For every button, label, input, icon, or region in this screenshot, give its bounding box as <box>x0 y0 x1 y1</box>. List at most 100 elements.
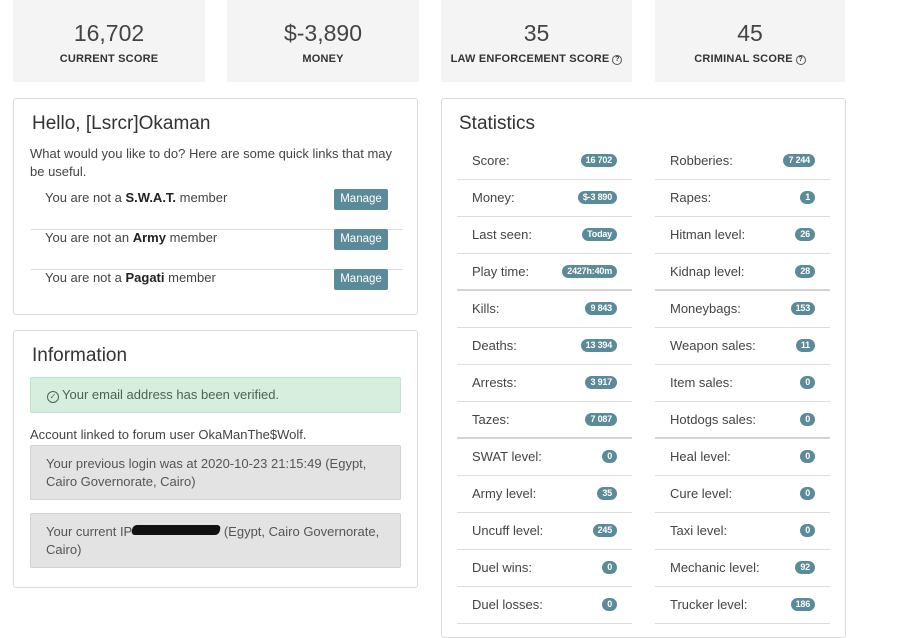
information-panel: Information ✓ Your email address has been… <box>13 330 418 588</box>
stat-row-label: Mechanic level: <box>670 560 760 575</box>
welcome-title: Hello, [Lsrcr]Okaman <box>32 113 211 134</box>
stat-row-label: Uncuff level: <box>472 523 544 538</box>
stat-row: Army level: 35 <box>457 476 632 513</box>
stat-row: Moneybags: 153 <box>655 291 830 328</box>
stat-row-label: Item sales: <box>670 375 733 390</box>
stat-row: Kills: 9 843 <box>457 291 632 328</box>
stat-row: Rapes: 1 <box>655 180 830 217</box>
verified-message: Your email address has been verified. <box>62 387 280 402</box>
stat-row: Money: $-3 890 <box>457 180 632 217</box>
group-name: Pagati <box>125 270 165 285</box>
stat-row-badge: 0 <box>800 450 815 463</box>
stat-row-badge: 2427h:40m <box>562 265 617 278</box>
stat-row-label: Deaths: <box>472 338 517 353</box>
stat-row-label: Kills: <box>472 301 500 316</box>
stat-row-label: Robberies: <box>670 153 733 168</box>
stat-row: Robberies: 7 244 <box>655 143 830 180</box>
stat-row-label: SWAT level: <box>472 449 542 464</box>
stat-row: SWAT level: 0 <box>457 439 632 476</box>
stat-row-badge: 0 <box>800 524 815 537</box>
stat-label-row: CRIMINAL SCORE? <box>655 53 845 65</box>
stat-row: Weapon sales: 11 <box>655 328 830 365</box>
stat-row: Uncuff level: 245 <box>457 513 632 550</box>
stat-row: Heal level: 0 <box>655 439 830 476</box>
current-ip-box: Your current IP (Egypt, Cairo Governorat… <box>30 513 401 568</box>
current-ip-prefix: Your current IP <box>46 524 133 539</box>
stat-row-label: Money: <box>472 190 515 205</box>
stat-row-badge: 11 <box>795 339 815 352</box>
group-name: Army <box>132 230 166 245</box>
stat-row-label: Kidnap level: <box>670 264 745 279</box>
group-name: S.W.A.T. <box>125 190 177 205</box>
stat-label: LAW ENFORCEMENT SCORE <box>450 53 610 65</box>
stat-row: Deaths: 13 394 <box>457 328 632 365</box>
stat-row: Trucker level: 186 <box>655 587 830 624</box>
stat-row-badge: 0 <box>602 450 617 463</box>
stat-row-label: Tazes: <box>472 412 510 427</box>
stat-row: Hotdogs sales: 0 <box>655 402 830 439</box>
stat-row-badge: 3 917 <box>585 376 617 389</box>
stat-row-badge: 245 <box>592 524 617 537</box>
stat-row: Last seen: Today <box>457 217 632 254</box>
stat-row: Arrests: 3 917 <box>457 365 632 402</box>
stat-row-badge: 0 <box>602 598 617 611</box>
membership-row-army: You are not an Army member Manage <box>31 229 403 270</box>
statistics-left-column: Score: 16 702 Money: $-3 890 Last seen: Today… <box>457 143 632 624</box>
statistics-right-column: Robberies: 7 244 Rapes: 1 Hitman level: 26 Kid… <box>655 143 830 624</box>
help-icon[interactable]: ? <box>612 55 623 65</box>
welcome-prompt: What would you like to do? Here are some… <box>30 146 393 179</box>
stat-row: Kidnap level: 28 <box>655 254 830 291</box>
stat-row-badge: 7 244 <box>783 154 815 167</box>
stat-row-badge: 16 702 <box>580 154 617 167</box>
information-title: Information <box>32 345 128 366</box>
stat-row: Duel losses: 0 <box>457 587 632 624</box>
stat-row-label: Arrests: <box>472 375 517 390</box>
membership-row-pagati: You are not a Pagati member Manage <box>31 269 403 309</box>
stat-row-label: Score: <box>472 153 510 168</box>
stat-row-label: Rapes: <box>670 190 712 205</box>
statistics-title: Statistics <box>459 113 536 134</box>
stat-card-money: $-3,890 MONEY <box>227 0 419 82</box>
stat-row-badge: 7 087 <box>585 413 617 426</box>
stat-card-criminal-score: 45 CRIMINAL SCORE? <box>655 0 845 82</box>
stat-row-label: Army level: <box>472 486 537 501</box>
stat-row-badge: 9 843 <box>585 302 617 315</box>
stat-row-badge: 153 <box>790 302 815 315</box>
manage-pagati-button[interactable]: Manage <box>334 269 388 290</box>
redaction-mark <box>131 525 222 535</box>
stat-row: Mechanic level: 92 <box>655 550 830 587</box>
membership-row-swat: You are not a S.W.A.T. member Manage <box>31 189 403 230</box>
manage-swat-button[interactable]: Manage <box>334 189 388 210</box>
help-icon[interactable]: ? <box>795 55 806 65</box>
stat-row-label: Play time: <box>472 264 530 279</box>
stat-label: CURRENT SCORE <box>59 53 159 65</box>
stat-row-label: Taxi level: <box>670 523 728 538</box>
stat-row: Tazes: 7 087 <box>457 402 632 439</box>
stat-row-label: Weapon sales: <box>670 338 756 353</box>
stat-row: Cure level: 0 <box>655 476 830 513</box>
stat-row-badge: 28 <box>795 265 815 278</box>
membership-text: You are not a Pagati member <box>45 270 216 285</box>
manage-army-button[interactable]: Manage <box>334 229 388 250</box>
stat-row-badge: 1 <box>800 191 815 204</box>
stat-row-badge: 186 <box>790 598 815 611</box>
stat-value: $-3,890 <box>283 20 362 46</box>
stat-row-badge: 13 394 <box>580 339 617 352</box>
stat-row-label: Last seen: <box>472 227 532 242</box>
welcome-panel: Hello, [Lsrcr]Okaman What would you like… <box>13 98 418 315</box>
stat-row: Duel wins: 0 <box>457 550 632 587</box>
stat-card-current-score: 16,702 CURRENT SCORE <box>13 0 205 82</box>
stat-card-law-enforcement-score: 35 LAW ENFORCEMENT SCORE? <box>441 0 632 82</box>
stat-row-badge: 26 <box>795 228 815 241</box>
stat-row: Play time: 2427h:40m <box>457 254 632 291</box>
stat-label-row: LAW ENFORCEMENT SCORE? <box>441 53 632 65</box>
stat-row-label: Duel losses: <box>472 597 543 612</box>
check-circle-icon: ✓ <box>47 391 59 403</box>
stat-row-label: Heal level: <box>670 449 731 464</box>
forum-link-text: Account linked to forum user OkaManThe$W… <box>30 427 307 442</box>
membership-text: You are not a S.W.A.T. member <box>45 190 228 205</box>
membership-text: You are not an Army member <box>45 230 218 245</box>
stat-value: 16,702 <box>73 20 145 46</box>
stat-row-label: Moneybags: <box>670 301 741 316</box>
stat-label: MONEY <box>302 53 344 65</box>
